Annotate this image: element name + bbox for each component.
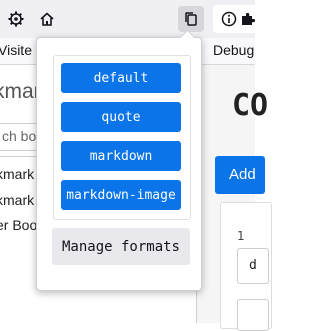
format-button-quote[interactable]: quote (61, 102, 181, 132)
manage-formats-button[interactable]: Manage formats (52, 228, 190, 265)
page-title: kmar (0, 80, 41, 103)
list-item[interactable]: er Boo (0, 217, 37, 233)
copy-icon[interactable] (178, 6, 204, 32)
format-button-markdown-image[interactable]: markdown-image (61, 180, 181, 210)
list-item[interactable]: kmark (0, 166, 34, 182)
section-heading: CO (232, 88, 269, 123)
add-button-label: Add (229, 166, 256, 183)
browser-toolbar (0, 0, 273, 38)
format-field[interactable] (237, 299, 269, 331)
url-bar[interactable] (213, 5, 273, 33)
item-number: 1 (237, 229, 245, 243)
home-icon[interactable] (37, 9, 57, 29)
format-field-value: d (249, 258, 257, 273)
gear-icon[interactable] (6, 9, 26, 29)
list-item[interactable]: kmark (0, 192, 34, 208)
format-button-default[interactable]: default (61, 63, 181, 93)
bookmark-item[interactable]: Visite (0, 42, 32, 58)
extension-icon[interactable] (240, 11, 256, 27)
info-icon[interactable] (221, 11, 237, 27)
format-button-markdown[interactable]: markdown (61, 141, 181, 171)
bookmark-item-debug[interactable]: Debug (213, 42, 254, 58)
